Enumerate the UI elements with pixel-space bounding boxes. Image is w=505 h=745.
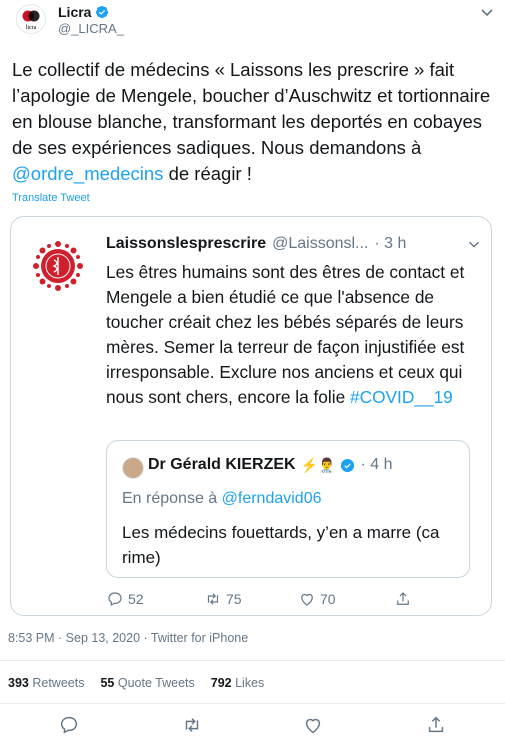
laissons-les-prescrire-logo[interactable]: [30, 238, 86, 294]
divider: [0, 703, 505, 704]
inner-author-name[interactable]: Dr Gérald KIERZEK: [148, 456, 296, 474]
quoted-time[interactable]: · 3 h: [374, 235, 406, 253]
retweet-icon: [207, 593, 219, 605]
licra-logo: licra: [22, 10, 40, 31]
inner-tweet-text: Les médecins fouettards, y’en a marre (c…: [122, 523, 445, 567]
quoted-retweet-count: 75: [226, 591, 242, 607]
inner-time[interactable]: · 4 h: [360, 456, 392, 474]
quoted-share-button[interactable]: [394, 590, 412, 608]
reply-icon: [60, 716, 78, 734]
engagement-stats: 393 Retweets 55 Quote Tweets 792 Likes: [8, 676, 264, 690]
reply-icon: [108, 592, 122, 607]
tweet-action-bar: [0, 708, 505, 744]
share-icon: [397, 592, 409, 605]
heart-icon: [305, 718, 321, 734]
quoted-reply-button[interactable]: 52: [106, 590, 144, 608]
inner-author-row: Dr Gérald KIERZEK ⚡️👨‍⚕️ · 4 h: [148, 456, 392, 474]
inner-author-emoji: ⚡️👨‍⚕️: [300, 456, 336, 473]
quoted-author-row: Laissonslesprescrire @Laissonsl... · 3 h: [106, 235, 406, 253]
reply-mention-link[interactable]: @ferndavid06: [222, 490, 322, 507]
heart-icon: [301, 593, 313, 606]
quoted-tweet-text: Les êtres humains sont des êtres de cont…: [106, 260, 476, 410]
quoted-author-handle[interactable]: @Laissonsl...: [272, 235, 368, 253]
svg-text:licra: licra: [26, 25, 37, 31]
reply-prefix: En réponse à: [122, 490, 222, 507]
hashtag-link[interactable]: #COVID__19: [350, 387, 453, 407]
inner-author-avatar[interactable]: [122, 457, 144, 479]
tweet-text: Le collectif de médecins « Laissons les …: [12, 57, 492, 187]
author-name[interactable]: Licra: [58, 4, 91, 20]
quoted-text-body: Les êtres humains sont des êtres de cont…: [106, 262, 470, 407]
author-handle[interactable]: @_LICRA_: [58, 21, 124, 36]
quoted-action-bar: 52 75 70: [106, 590, 416, 614]
mention-link[interactable]: @ordre_medecins: [12, 163, 163, 184]
author-name-row: Licra: [58, 4, 109, 20]
quoted-author-name[interactable]: Laissonslesprescrire: [106, 235, 266, 253]
retweet-icon: [185, 718, 199, 732]
share-button[interactable]: [425, 714, 447, 736]
chevron-down-icon[interactable]: [467, 237, 481, 251]
chevron-down-icon[interactable]: [479, 4, 495, 20]
share-icon: [428, 716, 444, 733]
reply-button[interactable]: [58, 714, 80, 736]
tweet-text-body: Le collectif de médecins « Laissons les …: [12, 59, 496, 158]
retweets-stat[interactable]: 393 Retweets: [8, 676, 84, 690]
likes-stat[interactable]: 792 Likes: [211, 676, 265, 690]
verified-badge-icon: [96, 5, 109, 19]
tweet-text-end: de réagir !: [163, 163, 252, 184]
like-button[interactable]: [302, 714, 324, 736]
author-avatar[interactable]: licra: [16, 4, 46, 34]
inner-reply-context: En réponse à @ferndavid06: [122, 490, 321, 508]
translate-tweet-link[interactable]: Translate Tweet: [12, 192, 90, 204]
quoted-reply-count: 52: [128, 591, 144, 607]
quoted-like-count: 70: [320, 591, 336, 607]
quote-tweets-stat[interactable]: 55 Quote Tweets: [100, 676, 194, 690]
verified-badge-icon: [341, 458, 355, 472]
divider: [0, 660, 505, 661]
quoted-like-button[interactable]: 70: [298, 590, 336, 608]
tweet-timestamp[interactable]: 8:53 PM · Sep 13, 2020 · Twitter for iPh…: [8, 631, 248, 645]
quoted-retweet-button[interactable]: 75: [204, 590, 242, 608]
retweet-button[interactable]: [181, 714, 203, 736]
